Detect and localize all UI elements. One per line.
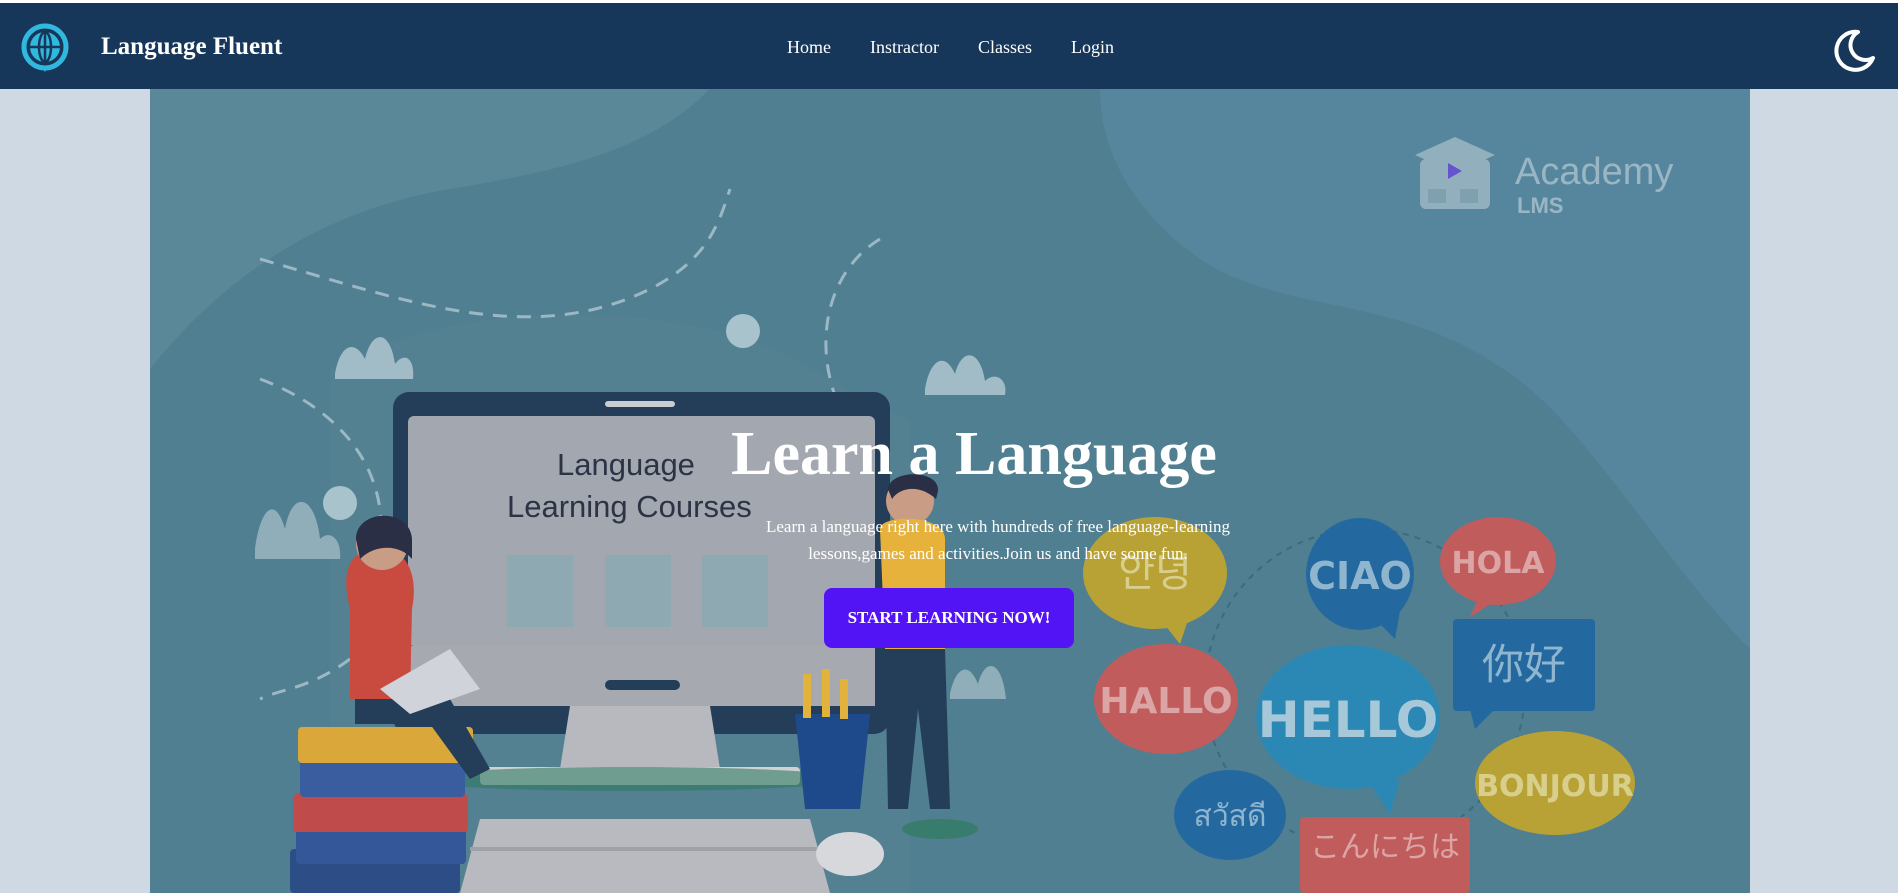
nav-instructor[interactable]: Instractor	[870, 37, 939, 58]
nav-login[interactable]: Login	[1071, 37, 1114, 58]
bubble-bonjour: BONJOUR	[1476, 769, 1634, 804]
main-nav: Home Instractor Classes Login	[787, 37, 1153, 58]
bubble-hallo: HALLO	[1099, 681, 1232, 722]
bubble-japanese: こんにちは	[1310, 830, 1460, 865]
watermark-academy: Academy	[1515, 151, 1673, 193]
monitor-text-line1: Language	[557, 447, 695, 482]
monitor-text-line2: Learning Courses	[507, 489, 752, 524]
globe-icon[interactable]	[20, 23, 70, 73]
brand-name[interactable]: Language Fluent	[101, 33, 282, 61]
bubble-thai: สวัสดี	[1194, 799, 1267, 834]
hero-banner: Academy LMS Language Learning Courses 안녕…	[150, 89, 1750, 893]
bubble-korean: 안녕	[1118, 550, 1192, 596]
bubble-ciao: CIAO	[1308, 554, 1412, 598]
start-learning-button[interactable]: START LEARNING NOW!	[824, 588, 1074, 648]
nav-home[interactable]: Home	[787, 37, 831, 58]
bubble-chinese: 你好	[1482, 640, 1566, 689]
navbar: Language Fluent Home Instractor Classes …	[0, 0, 1898, 89]
nav-classes[interactable]: Classes	[978, 37, 1032, 58]
bubble-hello: HELLO	[1258, 691, 1438, 749]
bubble-hola: HOLA	[1452, 546, 1546, 581]
watermark-lms: LMS	[1517, 193, 1563, 218]
hero-illustration: Academy LMS Language Learning Courses 안녕…	[150, 89, 1750, 893]
moon-icon[interactable]	[1831, 27, 1877, 73]
